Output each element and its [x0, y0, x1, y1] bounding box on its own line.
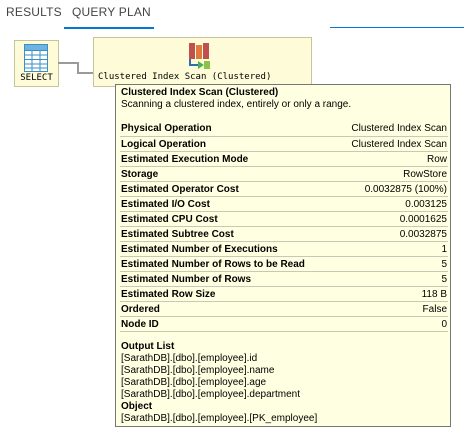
clustered-index-scan-icon [186, 41, 214, 76]
active-tab-indicator [64, 27, 154, 29]
tooltip-title: Clustered Index Scan (Clustered) [121, 87, 279, 98]
property-row: Ordered False [120, 301, 448, 316]
property-key: Estimated I/O Cost [121, 199, 210, 210]
property-value: 1 [441, 244, 447, 255]
tab-bar-rule [330, 27, 464, 28]
property-value: 5 [441, 259, 447, 270]
output-column: [SarathDB].[dbo].[employee].age [121, 377, 267, 388]
property-key: Physical Operation [121, 123, 212, 134]
property-row: Storage RowStore [120, 166, 448, 181]
plan-connector [77, 72, 93, 74]
property-row: Estimated Number of Executions 1 [120, 241, 448, 256]
result-tabs: RESULTS QUERY PLAN [0, 0, 464, 29]
object-title: Object [121, 401, 153, 412]
output-column: [SarathDB].[dbo].[employee].name [121, 365, 275, 376]
property-row: Estimated Operator Cost 0.0032875 (100%) [120, 181, 448, 196]
property-row: Estimated CPU Cost 0.0001625 [120, 211, 448, 226]
properties-divider [120, 331, 448, 332]
object-value: [SarathDB].[dbo].[employee].[PK_employee… [121, 413, 318, 424]
property-key: Estimated CPU Cost [121, 214, 218, 225]
output-list-title: Output List [121, 341, 175, 352]
tab-query-plan[interactable]: QUERY PLAN [72, 5, 151, 19]
property-value: 118 B [421, 289, 447, 300]
output-column: [SarathDB].[dbo].[employee].id [121, 353, 258, 364]
property-row: Logical Operation Clustered Index Scan [120, 136, 448, 151]
property-value: Row [426, 154, 447, 165]
property-row: Estimated Number of Rows 5 [120, 271, 448, 286]
property-key: Estimated Operator Cost [121, 184, 239, 195]
property-value: RowStore [403, 169, 447, 180]
property-row: Estimated Row Size 118 B [120, 286, 448, 301]
property-row: Estimated Subtree Cost 0.0032875 [120, 226, 448, 241]
property-key: Estimated Subtree Cost [121, 229, 234, 240]
scan-node-label: Clustered Index Scan (Clustered) [98, 72, 272, 82]
property-value: 0.0032875 [399, 229, 447, 240]
property-row: Estimated I/O Cost 0.003125 [120, 196, 448, 211]
clustered-index-scan-node[interactable]: Clustered Index Scan (Clustered) [93, 37, 312, 87]
property-value: 0.0001625 [399, 214, 447, 225]
output-list: [SarathDB].[dbo].[employee].id [SarathDB… [121, 353, 300, 401]
property-row: Node ID 0 [120, 316, 448, 331]
property-key: Estimated Number of Rows to be Read [121, 259, 305, 270]
property-value: False [422, 304, 447, 315]
property-row: Estimated Execution Mode Row [120, 151, 448, 166]
property-key: Estimated Row Size [121, 289, 216, 300]
property-key: Ordered [121, 304, 160, 315]
property-row: Estimated Number of Rows to be Read 5 [120, 256, 448, 271]
tab-results[interactable]: RESULTS [6, 5, 62, 19]
property-value: 0.003125 [405, 199, 447, 210]
property-value: Clustered Index Scan [351, 139, 447, 150]
property-key: Node ID [121, 319, 159, 330]
property-key: Estimated Execution Mode [121, 154, 249, 165]
property-value: 0.0032875 (100%) [364, 184, 447, 195]
property-key: Storage [121, 169, 159, 180]
property-key: Estimated Number of Executions [121, 244, 278, 255]
tooltip-description: Scanning a clustered index, entirely or … [121, 99, 352, 110]
output-column: [SarathDB].[dbo].[employee].department [121, 389, 300, 400]
tooltip-properties: Physical Operation Clustered Index Scan L… [120, 121, 448, 331]
property-value: 5 [441, 274, 447, 285]
property-key: Estimated Number of Rows [121, 274, 252, 285]
property-value: 0 [441, 319, 447, 330]
operator-tooltip: Clustered Index Scan (Clustered) Scannin… [115, 84, 451, 427]
property-key: Logical Operation [121, 139, 207, 150]
plan-connector [58, 62, 78, 64]
select-node-label: SELECT [20, 73, 53, 83]
property-value: Clustered Index Scan [351, 123, 447, 134]
property-row: Physical Operation Clustered Index Scan [120, 121, 448, 136]
select-plan-node[interactable]: SELECT [14, 40, 59, 87]
